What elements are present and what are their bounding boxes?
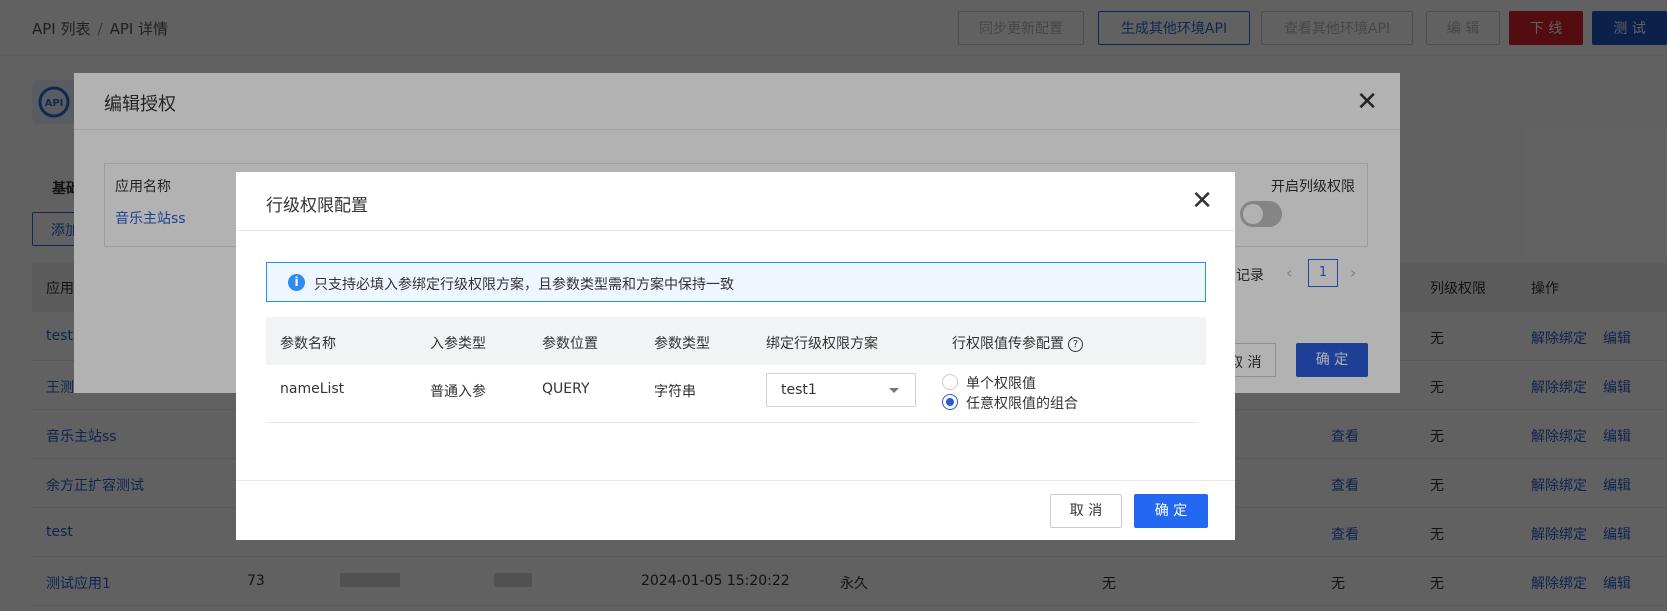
close-icon[interactable]: ✕ bbox=[1191, 186, 1213, 216]
radio-any-combination[interactable]: 任意权限值的组合 bbox=[942, 393, 1078, 413]
param-name: nameList bbox=[280, 381, 345, 397]
param-position: QUERY bbox=[542, 381, 590, 397]
divider bbox=[236, 230, 1235, 231]
th-param-name: 参数名称 bbox=[280, 336, 336, 352]
params-table-header: 参数名称 入参类型 参数位置 参数类型 绑定行级权限方案 行权限值传参配置? bbox=[266, 317, 1206, 365]
th-input-type: 入参类型 bbox=[430, 336, 486, 352]
th-param-type: 参数类型 bbox=[654, 336, 710, 352]
th-value-config-label: 行权限值传参配置 bbox=[952, 336, 1064, 352]
radio-label: 单个权限值 bbox=[966, 376, 1036, 392]
radio-checked-icon bbox=[942, 394, 958, 410]
chevron-down-icon bbox=[889, 388, 899, 393]
th-param-position: 参数位置 bbox=[542, 336, 598, 352]
info-alert: i 只支持必填入参绑定行级权限方案，且参数类型需和方案中保持一致 bbox=[266, 262, 1206, 302]
radio-icon bbox=[942, 374, 958, 390]
help-icon[interactable]: ? bbox=[1068, 337, 1083, 352]
divider bbox=[236, 480, 1235, 481]
info-text: 只支持必填入参绑定行级权限方案，且参数类型需和方案中保持一致 bbox=[314, 277, 734, 293]
input-type: 普通入参 bbox=[430, 384, 486, 400]
param-type: 字符串 bbox=[654, 384, 696, 400]
scheme-select-value: test1 bbox=[781, 382, 817, 398]
radio-single-value[interactable]: 单个权限值 bbox=[942, 373, 1036, 393]
cancel-button[interactable]: 取 消 bbox=[1050, 494, 1122, 528]
scheme-select[interactable]: test1 bbox=[766, 373, 916, 407]
params-table-row: nameList 普通入参 QUERY 字符串 test1 单个权限值 任意权限… bbox=[266, 365, 1198, 423]
th-value-config: 行权限值传参配置? bbox=[952, 333, 1083, 353]
th-bind-scheme: 绑定行级权限方案 bbox=[766, 336, 878, 352]
ok-button[interactable]: 确 定 bbox=[1134, 494, 1208, 528]
info-icon: i bbox=[288, 274, 305, 291]
radio-label: 任意权限值的组合 bbox=[966, 396, 1078, 412]
modal-title: 行级权限配置 bbox=[266, 196, 368, 216]
row-perm-modal: 行级权限配置 ✕ i 只支持必填入参绑定行级权限方案，且参数类型需和方案中保持一… bbox=[236, 172, 1235, 540]
